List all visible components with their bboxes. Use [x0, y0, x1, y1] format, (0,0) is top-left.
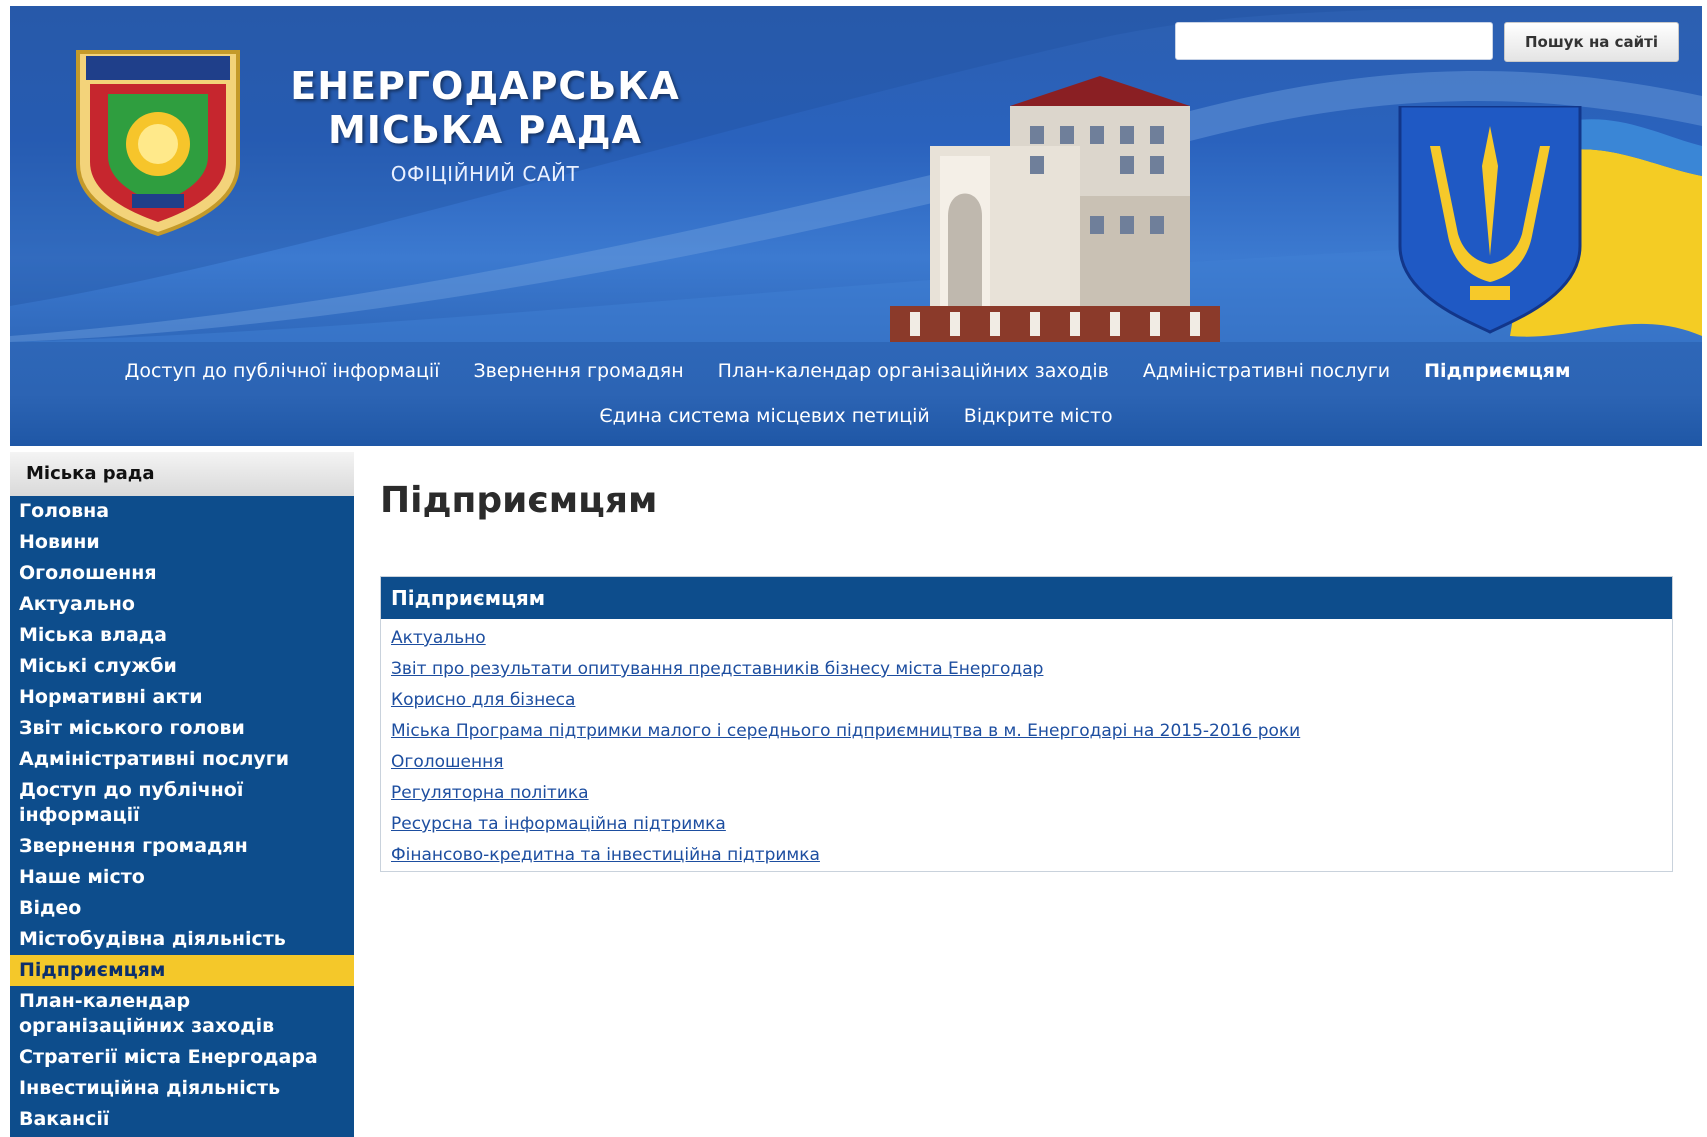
nav-item-admin-services[interactable]: Адміністративні послуги	[1143, 360, 1390, 382]
site-subtitle: ОФІЦІЙНИЙ САЙТ	[390, 162, 580, 186]
panel-link-announcements[interactable]: Оголошення	[381, 747, 1672, 778]
panel-link-financial-support[interactable]: Фінансово-кредитна та інвестиційна підтр…	[381, 840, 1672, 871]
city-hall-building-image	[890, 76, 1220, 342]
nav-item-entrepreneurs[interactable]: Підприємцям	[1424, 360, 1570, 382]
nav-item-open-city[interactable]: Відкрите місто	[964, 405, 1113, 427]
sidebar-item-city-services[interactable]: Міські служби	[10, 651, 354, 682]
sidebar-item-urban-planning[interactable]: Містобудівна діяльність	[10, 924, 354, 955]
sidebar-item-vacancies[interactable]: Вакансії	[10, 1104, 354, 1135]
search-input[interactable]	[1175, 22, 1493, 60]
panel-link-regulatory-policy[interactable]: Регуляторна політика	[381, 778, 1672, 809]
nav-item-event-calendar[interactable]: План-календар організаційних заходів	[718, 360, 1109, 382]
sidebar-item-video[interactable]: Відео	[10, 893, 354, 924]
sidebar-item-public-info[interactable]: Доступ до публічної інформації	[10, 775, 354, 831]
site-title-line1: ЕНЕРГОДАРСЬКА	[290, 64, 680, 108]
sidebar-item-investment[interactable]: Інвестиційна діяльність	[10, 1073, 354, 1104]
panel-link-business-survey[interactable]: Звіт про результати опитування представн…	[381, 654, 1672, 685]
site-title: ЕНЕРГОДАРСЬКА МІСЬКА РАДА	[260, 64, 710, 152]
sidebar-item-city-government[interactable]: Міська влада	[10, 620, 354, 651]
sidebar-item-home[interactable]: Головна	[10, 496, 354, 527]
sidebar: Міська рада Головна Новини Оголошення Ак…	[10, 452, 354, 1137]
nav-item-petitions[interactable]: Єдина система місцевих петицій	[599, 405, 929, 427]
page-title: Підприємцям	[380, 480, 658, 521]
nav-row-1: Доступ до публічної інформації Звернення…	[10, 360, 1702, 382]
city-coat-of-arms-icon	[76, 50, 240, 236]
nav-item-public-info[interactable]: Доступ до публічної інформації	[124, 360, 439, 382]
panel-link-resource-support[interactable]: Ресурсна та інформаційна підтримка	[381, 809, 1672, 840]
sidebar-item-admin-services[interactable]: Адміністративні послуги	[10, 744, 354, 775]
sidebar-item-entrepreneurs[interactable]: Підприємцям	[10, 955, 354, 986]
panel-link-actual[interactable]: Актуально	[381, 623, 1672, 654]
sidebar-item-event-calendar[interactable]: План-календар організаційних заходів	[10, 986, 354, 1042]
sidebar-item-citizen-appeals[interactable]: Звернення громадян	[10, 831, 354, 862]
page-frame: ЕНЕРГОДАРСЬКА МІСЬКА РАДА ОФІЦІЙНИЙ САЙТ	[10, 6, 1702, 1137]
nav-row-2: Єдина система місцевих петицій Відкрите …	[10, 405, 1702, 427]
sidebar-item-actual[interactable]: Актуально	[10, 589, 354, 620]
site-title-line2: МІСЬКА РАДА	[327, 108, 643, 152]
panel-title: Підприємцям	[381, 577, 1672, 619]
sidebar-item-regulations[interactable]: Нормативні акти	[10, 682, 354, 713]
panel-link-list: Актуально Звіт про результати опитування…	[381, 619, 1672, 871]
site-header: ЕНЕРГОДАРСЬКА МІСЬКА РАДА ОФІЦІЙНИЙ САЙТ	[10, 6, 1702, 342]
sidebar-item-our-city[interactable]: Наше місто	[10, 862, 354, 893]
sidebar-item-city-strategies[interactable]: Стратегії міста Енергодара	[10, 1042, 354, 1073]
sidebar-title: Міська рада	[10, 452, 354, 496]
sidebar-item-mayor-report[interactable]: Звіт міського голови	[10, 713, 354, 744]
panel-link-useful-for-business[interactable]: Корисно для бізнеса	[381, 685, 1672, 716]
search-button[interactable]: Пошук на сайті	[1504, 22, 1679, 62]
nav-item-citizen-appeals[interactable]: Звернення громадян	[473, 360, 683, 382]
panel-link-sme-program[interactable]: Міська Програма підтримки малого і серед…	[381, 716, 1672, 747]
entrepreneurs-panel: Підприємцям Актуально Звіт про результат…	[380, 576, 1673, 872]
main-navigation: Доступ до публічної інформації Звернення…	[10, 342, 1702, 446]
ukraine-trident-icon	[1398, 106, 1702, 337]
sidebar-item-news[interactable]: Новини	[10, 527, 354, 558]
sidebar-item-announcements[interactable]: Оголошення	[10, 558, 354, 589]
